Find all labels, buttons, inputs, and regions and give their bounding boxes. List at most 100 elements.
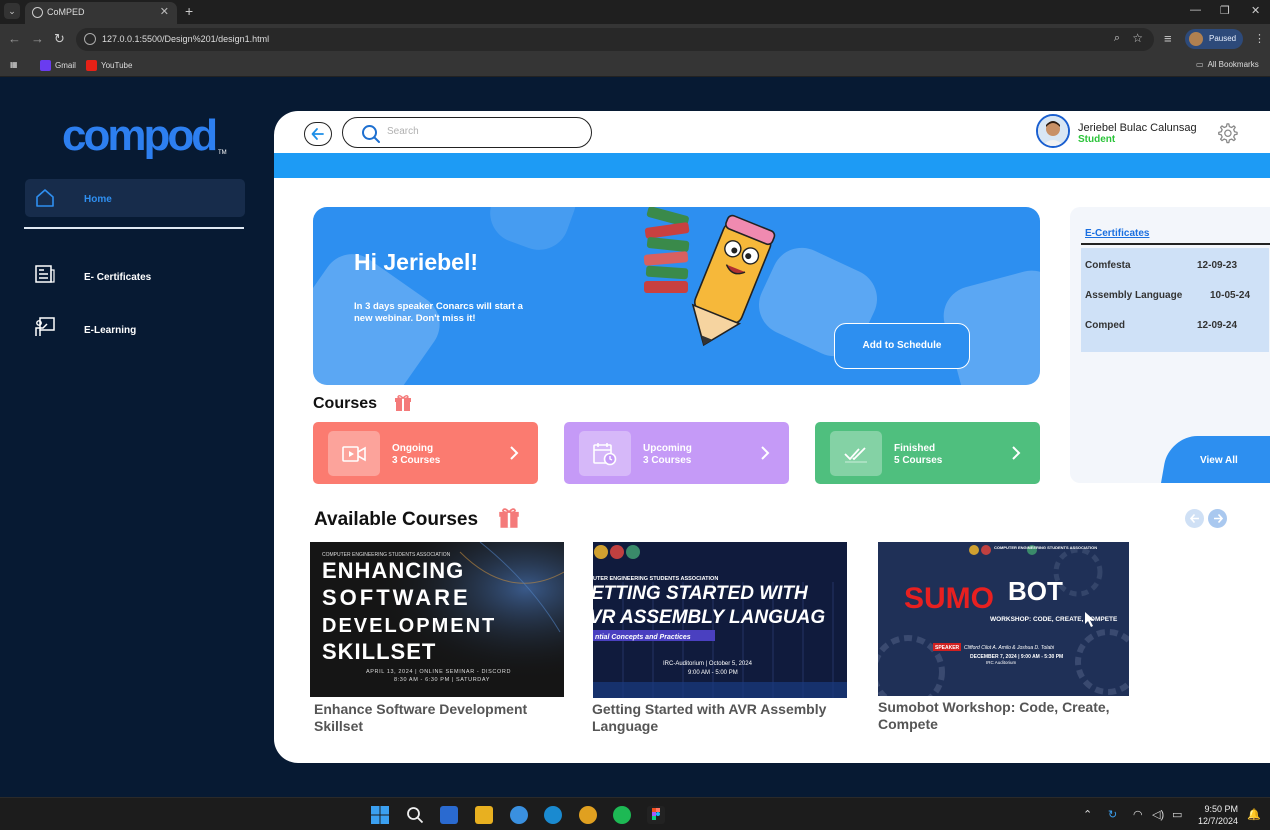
course-card-ongoing[interactable]: Ongoing 3 Courses — [313, 422, 538, 484]
search-input[interactable] — [387, 126, 577, 137]
carousel-next-button[interactable] — [1208, 509, 1227, 528]
arrow-left-icon — [1190, 513, 1199, 524]
globe-icon — [32, 7, 43, 18]
course-thumbnail-avr-assembly[interactable]: UTER ENGINEERING STUDENTS ASSOCIATION ET… — [593, 542, 847, 698]
svg-text:DEVELOPMENT: DEVELOPMENT — [322, 615, 496, 637]
course-status: Upcoming — [643, 443, 692, 454]
certificates-table: Comfesta 12-09-23 Assembly Language 10-0… — [1081, 248, 1269, 352]
course-status: Finished — [894, 443, 936, 454]
taskbar-search-icon[interactable] — [406, 806, 424, 824]
system-clock[interactable]: 9:50 PM 12/7/2024 — [1198, 803, 1238, 827]
bookmarks-bar: ▦ Gmail YouTube ▭ All Bookmarks — [0, 55, 1270, 77]
reload-icon[interactable]: ↻ — [54, 31, 65, 47]
search-bar[interactable] — [342, 117, 592, 148]
url-text: 127.0.0.1:5500/Design%201/design1.html — [102, 34, 270, 44]
svg-text:IRC-Auditorium | October 5, 20: IRC-Auditorium | October 5, 2024 — [663, 661, 753, 667]
profile-status: Paused — [1209, 34, 1237, 43]
svg-text:ETTING STARTED WITH: ETTING STARTED WITH — [593, 583, 809, 604]
certificate-name[interactable]: Comfesta — [1085, 260, 1131, 271]
certificate-date: 10-05-24 — [1210, 290, 1251, 301]
course-thumbnail-enhancing-software[interactable]: COMPUTER ENGINEERING STUDENTS ASSOCIATIO… — [310, 542, 564, 697]
gift-icon — [394, 394, 412, 417]
course-card-upcoming[interactable]: Upcoming 3 Courses — [564, 422, 789, 484]
edge-icon[interactable] — [544, 806, 562, 824]
profile-button[interactable]: Paused — [1185, 29, 1243, 49]
add-to-schedule-button[interactable]: Add to Schedule — [834, 323, 970, 369]
media-control-icon[interactable]: ≡ — [1164, 31, 1172, 46]
sync-icon[interactable]: ↻ — [1108, 808, 1117, 821]
chevron-right-icon — [1011, 446, 1021, 465]
welcome-banner: Hi Jeriebel! In 3 days speaker Conarcs w… — [313, 207, 1040, 385]
svg-text:ENHANCING: ENHANCING — [322, 558, 464, 583]
course-caption[interactable]: Sumobot Workshop: Code, Create, Compete — [878, 699, 1128, 733]
course-thumbnail-sumobot[interactable]: COMPUTER ENGINEERING STUDENTS ASSOCIATIO… — [878, 542, 1129, 696]
youtube-icon — [86, 60, 97, 71]
logo-text: compod — [62, 112, 215, 160]
greeting: Hi Jeriebel! — [354, 249, 478, 275]
app-icon[interactable] — [510, 806, 528, 824]
certificate-name[interactable]: Comped — [1085, 320, 1125, 331]
certificate-date: 12-09-23 — [1197, 260, 1238, 271]
svg-text:8:30 AM - 6:30 PM | SATURDAY: 8:30 AM - 6:30 PM | SATURDAY — [394, 677, 490, 683]
course-caption[interactable]: Enhance Software Development Skillset — [314, 701, 564, 735]
restore-icon[interactable]: ❐ — [1220, 4, 1230, 17]
pencil-books-illustration — [641, 207, 781, 360]
view-all-label[interactable]: View All — [1200, 455, 1238, 466]
sidebar-item-label: E- Certificates — [84, 272, 152, 283]
course-count: 5 Courses — [894, 455, 943, 466]
gift-icon — [498, 507, 520, 534]
tab-search-button[interactable]: ⌄ — [4, 3, 20, 19]
user-avatar[interactable] — [1036, 114, 1070, 148]
site-info-icon[interactable] — [84, 33, 96, 45]
forward-icon[interactable]: → — [31, 31, 44, 46]
course-card-finished[interactable]: Finished 5 Courses — [815, 422, 1040, 484]
tray-chevron-up-icon[interactable]: ⌃ — [1083, 808, 1092, 821]
svg-text:SKILLSET: SKILLSET — [322, 639, 436, 664]
certificate-name[interactable]: Assembly Language — [1085, 290, 1182, 301]
file-explorer-icon[interactable] — [475, 806, 493, 824]
browser-tab[interactable]: CoMPED ✕ — [25, 2, 177, 24]
svg-text:TM: TM — [218, 150, 227, 156]
e-certificates-title[interactable]: E-Certificates — [1085, 228, 1149, 239]
notification-bell-icon[interactable]: 🔔 — [1247, 808, 1261, 821]
settings-button[interactable] — [1216, 122, 1238, 149]
tab-close-icon[interactable]: ✕ — [160, 5, 169, 18]
course-count: 3 Courses — [643, 455, 692, 466]
arrow-left-icon — [311, 128, 324, 140]
wifi-icon[interactable]: ◠ — [1133, 808, 1143, 821]
chrome-icon[interactable] — [579, 806, 597, 824]
bookmark-star-icon[interactable]: ☆ — [1132, 31, 1143, 45]
store-icon[interactable] — [440, 806, 458, 824]
search-icon — [362, 125, 380, 143]
zoom-icon[interactable]: ⌕ — [1114, 32, 1120, 45]
windows-start-icon[interactable] — [371, 806, 389, 824]
all-bookmarks[interactable]: ▭ All Bookmarks — [1196, 60, 1259, 69]
svg-text:ntial Concepts and Practices: ntial Concepts and Practices — [595, 634, 691, 641]
user-name: Jeriebel Bulac Calunsag — [1078, 122, 1197, 134]
carousel-prev-button[interactable] — [1185, 509, 1204, 528]
sidebar-item-e-certificates[interactable]: E- Certificates — [35, 264, 235, 290]
browser-menu-icon[interactable]: ⋮ — [1254, 32, 1265, 45]
url-field[interactable]: 127.0.0.1:5500/Design%201/design1.html ⌕… — [76, 28, 1154, 51]
battery-icon[interactable]: ▭ — [1172, 808, 1182, 821]
back-button[interactable] — [304, 122, 332, 146]
sidebar-item-home[interactable]: Home — [25, 179, 245, 217]
new-tab-button[interactable]: + — [185, 3, 193, 19]
minimize-icon[interactable]: — — [1190, 4, 1201, 16]
figma-icon[interactable] — [647, 806, 665, 824]
profile-avatar — [1189, 32, 1203, 46]
volume-icon[interactable]: ◁) — [1152, 808, 1164, 821]
e-learning-icon — [35, 317, 55, 342]
sidebar-item-label: Home — [84, 194, 112, 205]
sidebar-item-e-learning[interactable]: E-Learning — [35, 317, 235, 343]
spotify-icon[interactable] — [613, 806, 631, 824]
bookmark-youtube[interactable]: YouTube — [86, 60, 132, 71]
chevron-right-icon — [509, 446, 519, 465]
apps-grid-icon[interactable]: ▦ — [10, 60, 18, 69]
window-close-icon[interactable]: ✕ — [1251, 4, 1260, 17]
svg-text:COMPUTER ENGINEERING STUDENTS: COMPUTER ENGINEERING STUDENTS ASSOCIATIO… — [994, 545, 1097, 550]
course-caption[interactable]: Getting Started with AVR Assembly Langua… — [592, 701, 847, 735]
back-icon[interactable]: ← — [8, 31, 21, 46]
bookmark-gmail[interactable]: Gmail — [40, 60, 76, 71]
announcement-text: In 3 days speaker Conarcs will start a n… — [354, 301, 523, 324]
